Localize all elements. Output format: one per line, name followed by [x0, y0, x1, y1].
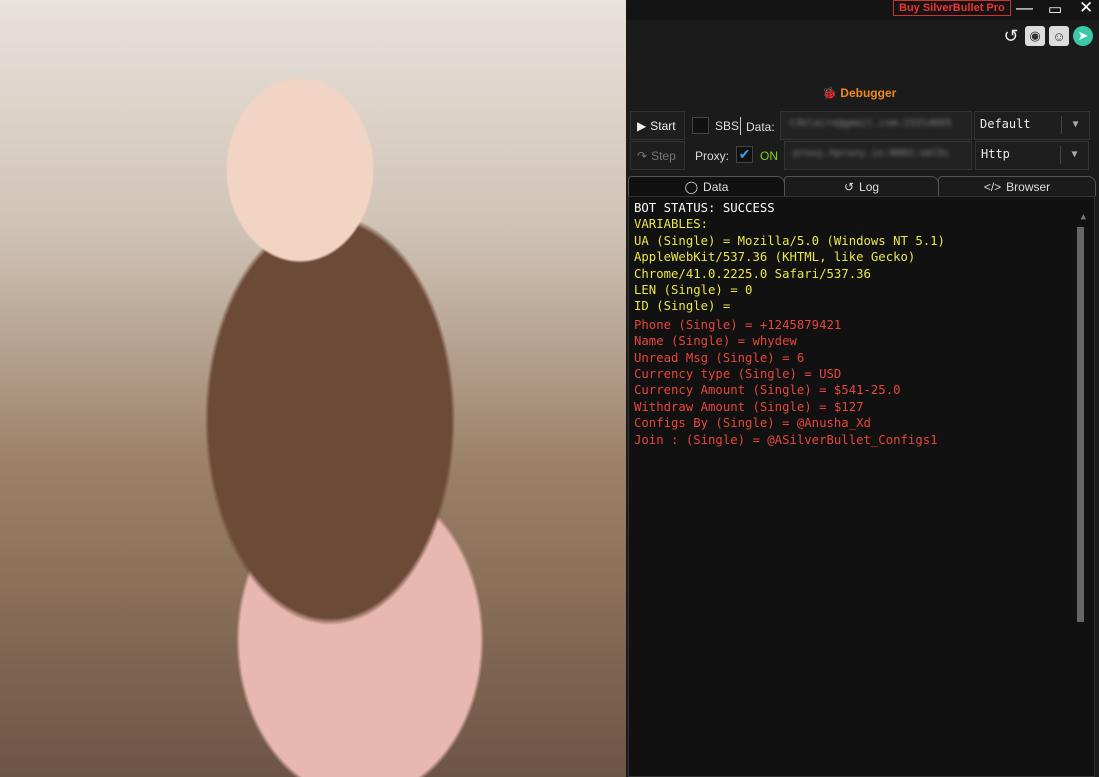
variable-line: AppleWebKit/537.36 (KHTML, like Gecko): [634, 250, 916, 265]
sbs-checkbox[interactable]: [692, 117, 709, 134]
data-value: t3klairo@gmail.com:23314665: [789, 118, 952, 129]
tab-label: Browser: [1006, 179, 1051, 194]
bot-status: BOT STATUS: SUCCESS: [634, 201, 775, 215]
variable-line: Currency Amount (Single) = $541-25.0: [634, 383, 901, 398]
telegram-icon[interactable]: ➤: [1073, 26, 1093, 46]
variable-line: Unread Msg (Single) = 6: [634, 350, 805, 365]
wordlist-type-value: Default: [980, 117, 1031, 131]
history-icon: ↺: [843, 179, 855, 194]
buy-pro-button[interactable]: Buy SilverBullet Pro: [893, 0, 1011, 16]
step-icon: ↷: [637, 148, 648, 163]
discord-icon[interactable]: ☺: [1049, 26, 1069, 46]
play-icon: ▶: [637, 118, 647, 133]
debugger-title: 🐞 Debugger: [822, 86, 896, 100]
data-label: Data:: [746, 120, 775, 134]
title-bar: Buy SilverBullet Pro — ▭ ✕: [626, 0, 1099, 20]
chevron-down-icon: ▼: [1061, 116, 1089, 134]
variable-line: Withdraw Amount (Single) = $127: [634, 399, 864, 414]
variable-line: Currency type (Single) = USD: [634, 367, 842, 382]
code-icon: </>: [983, 179, 1002, 194]
variables-header: VARIABLES:: [634, 217, 709, 232]
proxy-value: proxy.hproxy.io:8002:xml5c: [793, 148, 950, 159]
divider: [740, 117, 741, 135]
tab-browser[interactable]: </> Browser: [938, 176, 1096, 196]
refresh-icon: ◯: [684, 179, 699, 194]
proxy-checkbox[interactable]: ✔: [736, 146, 753, 163]
minimize-icon[interactable]: —: [1016, 0, 1033, 18]
variable-line: Phone (Single) = +1245879421: [634, 317, 842, 332]
tab-label: Log: [859, 179, 880, 194]
proxy-state: ON: [760, 149, 778, 163]
step-button[interactable]: ↷ Step: [630, 141, 685, 170]
sbs-label: SBS: [715, 119, 740, 133]
variable-line: UA (Single) = Mozilla/5.0 (Windows NT 5.…: [634, 233, 945, 248]
proxy-input[interactable]: proxy.hproxy.io:8002:xml5c: [784, 141, 972, 170]
proxy-type-value: Http: [981, 147, 1010, 161]
camera-icon[interactable]: ◉: [1025, 26, 1045, 46]
close-icon[interactable]: ✕: [1079, 0, 1093, 18]
step-label: Step: [651, 148, 676, 163]
start-label: Start: [650, 118, 676, 133]
variable-line: Name (Single) = whydew: [634, 334, 797, 349]
wordlist-type-select[interactable]: Default ▼: [974, 111, 1090, 140]
variable-line: ID (Single) =: [634, 299, 731, 314]
maximize-icon[interactable]: ▭: [1048, 0, 1062, 18]
variable-line: Join : (Single) = @ASilverBullet_Configs…: [634, 432, 938, 447]
portrait-photo: [0, 0, 626, 777]
debugger-title-text: Debugger: [840, 86, 897, 100]
proxy-type-select[interactable]: Http ▼: [975, 141, 1089, 170]
tab-log[interactable]: ↺ Log: [784, 176, 939, 196]
tab-label: Data: [703, 179, 729, 194]
variable-line: Chrome/41.0.2225.0 Safari/537.36: [634, 266, 871, 281]
scrollbar[interactable]: [1077, 227, 1084, 622]
variable-line: LEN (Single) = 0: [634, 283, 753, 298]
chevron-down-icon: ▼: [1060, 146, 1088, 164]
start-button[interactable]: ▶ Start: [630, 111, 685, 140]
scroll-up-icon[interactable]: ▲: [1081, 209, 1086, 225]
data-input[interactable]: t3klairo@gmail.com:23314665: [780, 111, 972, 140]
tab-data[interactable]: ◯ Data: [628, 176, 785, 196]
variable-line: Configs By (Single) = @Anusha_Xd: [634, 416, 871, 431]
bug-icon: 🐞: [822, 86, 837, 100]
history-icon[interactable]: ↺: [1001, 26, 1021, 46]
proxy-label: Proxy:: [695, 149, 730, 163]
debugger-output[interactable]: BOT STATUS: SUCCESS VARIABLES: UA (Singl…: [628, 196, 1095, 777]
debugger-panel: Buy SilverBullet Pro — ▭ ✕ ↺ ◉ ☺ ➤ 🐞 Deb…: [626, 0, 1099, 777]
